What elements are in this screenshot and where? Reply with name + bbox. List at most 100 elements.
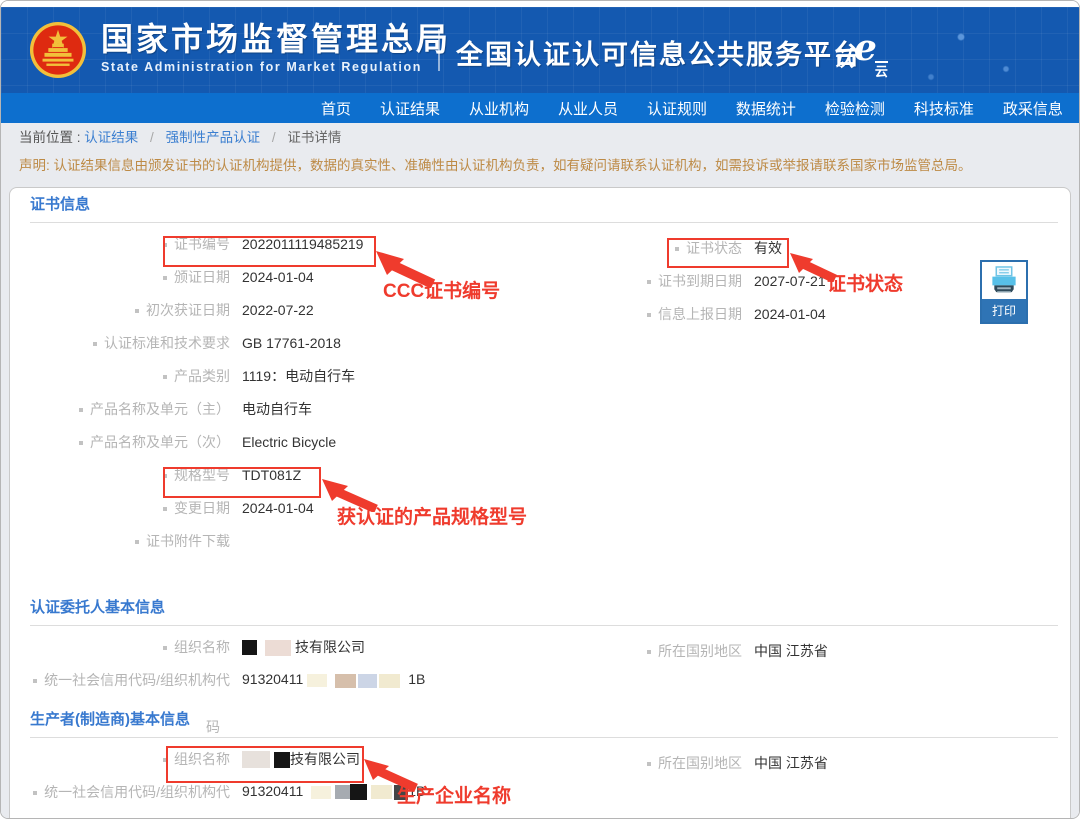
section-divider [30,737,1058,738]
field-row-expiry-date: 证书到期日期 2027-07-21 [550,264,970,297]
product-name-main-value: 电动自行车 [242,399,312,419]
breadcrumb-link-cert-results[interactable]: 认证结果 [84,130,138,145]
applicant-code-value: 913204111B [242,671,425,687]
field-label: 证书状态 [686,240,742,256]
field-label: 产品名称及单元（主） [90,401,230,417]
applicant-right-column: 所在国别地区 中国 江苏省 [550,634,970,667]
agency-title-en: State Administration for Market Regulati… [101,60,451,74]
redaction-block [394,785,408,800]
agency-title-cn: 国家市场监督管理总局 [101,21,451,57]
nav-item-institutions[interactable]: 从业机构 [469,98,529,119]
field-row-manufacturer-region: 所在国别地区 中国 江苏省 [550,746,970,779]
field-row-model: 规格型号 TDT081Z [30,458,650,491]
breadcrumb-link-ccc[interactable]: 强制性产品认证 [166,130,261,145]
field-row-applicant-code: 统一社会信用代码/组织机构代 913204111B [30,663,650,696]
report-date-value: 2024-01-04 [754,306,826,322]
manufacturer-org-suffix: 技有限公司 [290,751,360,767]
field-label: 颁证日期 [174,269,230,285]
field-row-report-date: 信息上报日期 2024-01-04 [550,297,970,330]
redaction-block [379,674,400,688]
field-label: 产品名称及单元（次） [90,434,230,450]
redaction-block [265,640,291,656]
site-header: 国家市场监督管理总局 State Administration for Mark… [1,7,1079,93]
field-label: 产品类别 [174,368,230,384]
redaction-block [242,640,257,655]
nav-item-inspection[interactable]: 检验检测 [825,98,885,119]
cert-right-column: 证书状态 有效 证书到期日期 2027-07-21 信息上报日期 2024-01… [550,231,970,330]
nav-item-tech-standards[interactable]: 科技标准 [914,98,974,119]
field-label: 证书编号 [174,236,230,252]
breadcrumb-prefix: 当前位置 : [19,130,81,145]
section-title: 证书信息 [30,194,1058,216]
section-divider [30,222,1058,223]
bullet-icon [163,375,167,379]
nav-item-statistics[interactable]: 数据统计 [736,98,796,119]
bullet-icon [135,309,139,313]
field-row-product-name-main: 产品名称及单元（主） 电动自行车 [30,392,650,425]
breadcrumb: 当前位置 : 认证结果 / 强制性产品认证 / 证书详情 [1,123,1079,153]
bullet-icon [93,342,97,346]
manufacturer-right-column: 所在国别地区 中国 江苏省 [550,746,970,779]
applicant-region-value: 中国 江苏省 [754,641,828,661]
bullet-icon [163,758,167,762]
model-value: TDT081Z [242,467,301,483]
field-label: 变更日期 [174,500,230,516]
field-label: 统一社会信用代码/组织机构代 [44,784,230,800]
product-category-value: 1119：电动自行车 [242,366,355,386]
nav-item-procurement[interactable]: 政采信息 [1003,98,1063,119]
bullet-icon [163,507,167,511]
nav-item-home[interactable]: 首页 [321,98,351,119]
field-row-status: 证书状态 有效 [550,231,970,264]
bullet-icon [79,441,83,445]
redaction-block [335,785,350,799]
field-label: 证书附件下载 [146,533,230,549]
bullet-icon [163,243,167,247]
applicant-code-suffix: 1B [408,671,425,687]
field-label: 组织名称 [174,639,230,655]
field-row-standard: 认证标准和技术要求 GB 17761-2018 [30,326,650,359]
bullet-icon [647,313,651,317]
logo-part-yun: 云 [875,61,888,79]
page: 国家市场监督管理总局 State Administration for Mark… [0,0,1080,819]
product-name-sub-value: Electric Bicycle [242,434,336,450]
field-label: 所在国别地区 [658,643,742,659]
header-divider [438,29,440,71]
first-issue-date-value: 2022-07-22 [242,302,314,318]
bullet-icon [163,474,167,478]
agency-title-block: 国家市场监督管理总局 State Administration for Mark… [101,21,451,74]
bullet-icon [647,762,651,766]
print-button[interactable]: 打印 [980,260,1028,324]
nav-item-cert-rules[interactable]: 认证规则 [647,98,707,119]
bullet-icon [647,280,651,284]
bullet-icon [33,791,37,795]
redaction-block [311,786,331,799]
status-value: 有效 [754,238,782,258]
section-title: 生产者(制造商)基本信息 [30,709,1058,731]
redaction-block [335,674,356,688]
redaction-block [358,674,377,688]
field-row-product-category: 产品类别 1119：电动自行车 [30,359,650,392]
bullet-icon [163,646,167,650]
expiry-date-value: 2027-07-21 [754,273,826,289]
section-applicant: 认证委托人基本信息 组织名称 技有限公司 统一社会信用代码/组织机构代 9132… [30,597,1058,696]
field-row-change-date: 变更日期 2024-01-04 [30,491,650,524]
nav-item-personnel[interactable]: 从业人员 [558,98,618,119]
issue-date-value: 2024-01-04 [242,269,314,285]
logo-part-ren: 认 [833,48,854,71]
bullet-icon [675,247,679,251]
ren-e-yun-logo: 认e云 [833,33,890,75]
cert-no-value: 2022011119485219 [242,236,363,252]
manufacturer-region-value: 中国 江苏省 [754,753,828,773]
applicant-org-suffix: 技有限公司 [295,639,365,655]
main-nav: 首页 认证结果 从业机构 从业人员 认证规则 数据统计 检验检测 科技标准 政采… [1,93,1079,123]
field-row-product-name-sub: 产品名称及单元（次） Electric Bicycle [30,425,650,458]
field-row-attachment-download: 证书附件下载 [30,524,650,557]
field-label: 初次获证日期 [146,302,230,318]
section-manufacturer: 生产者(制造商)基本信息 组织名称 技有限公司 统一社会信用代码/组织机构代 9… [30,709,1058,808]
breadcrumb-separator: / [150,130,154,145]
bullet-icon [79,408,83,412]
manufacturer-code-value: 913204111B [242,783,425,800]
change-date-value: 2024-01-04 [242,500,314,516]
nav-item-cert-results[interactable]: 认证结果 [380,98,440,119]
print-button-label: 打印 [982,299,1026,322]
